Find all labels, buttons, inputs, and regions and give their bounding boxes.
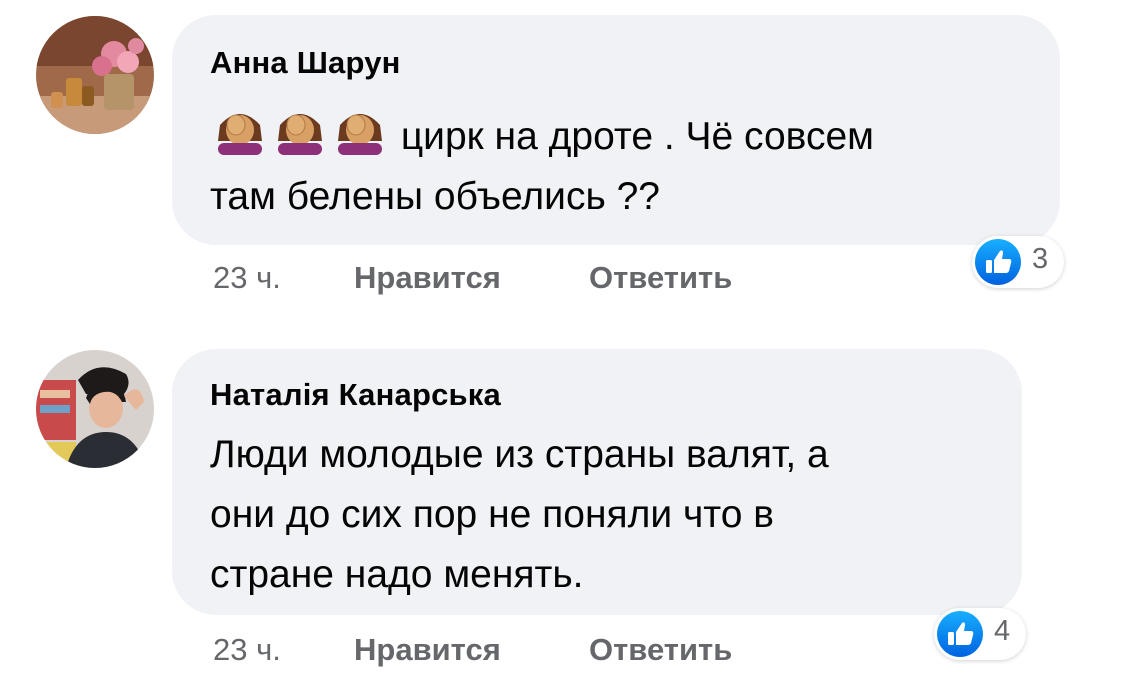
reply-button[interactable]: Ответить xyxy=(589,260,732,296)
comment-text-line: цирк на дроте . Чё совсем xyxy=(400,115,874,158)
comment-text-line: стране надо менять. xyxy=(210,553,584,596)
face-palm-woman-icon xyxy=(270,103,330,155)
avatar[interactable] xyxy=(36,350,154,468)
thumbs-up-icon xyxy=(975,239,1021,285)
comment-text: цирк на дроте . Чё совсем там белены объ… xyxy=(210,103,1050,227)
comment-actions: 23 ч. Нравится Ответить xyxy=(213,632,813,672)
comment-author[interactable]: Анна Шарун xyxy=(210,45,401,81)
reaction-count: 4 xyxy=(994,615,1011,647)
comment-text-line: там белены объелись ?? xyxy=(210,175,660,218)
comment-text-line: они до сих пор не поняли что в xyxy=(210,493,774,536)
comment-timestamp[interactable]: 23 ч. xyxy=(213,632,281,668)
comment-text-line: Люди молодые из страны валят, а xyxy=(210,433,829,476)
reaction-count: 3 xyxy=(1032,243,1049,275)
face-palm-woman-icon xyxy=(330,103,390,155)
reaction-summary[interactable]: 3 xyxy=(972,236,1064,288)
reply-button[interactable]: Ответить xyxy=(589,632,732,668)
avatar[interactable] xyxy=(36,16,154,134)
comment-actions: 23 ч. Нравится Ответить xyxy=(213,260,813,300)
like-button[interactable]: Нравится xyxy=(354,260,501,296)
like-button[interactable]: Нравится xyxy=(354,632,501,668)
comment-text: Люди молодые из страны валят, а они до с… xyxy=(210,425,1010,605)
comment-bubble: Анна Шарун цирк на дроте . Чё совсем там… xyxy=(172,15,1060,245)
comment-bubble: Наталія Канарська Люди молодые из страны… xyxy=(172,349,1022,615)
thumbs-up-icon xyxy=(937,611,983,657)
comment-author[interactable]: Наталія Канарська xyxy=(210,377,501,413)
reaction-summary[interactable]: 4 xyxy=(934,608,1026,660)
comment-timestamp[interactable]: 23 ч. xyxy=(213,260,281,296)
face-palm-woman-icon xyxy=(210,103,270,155)
